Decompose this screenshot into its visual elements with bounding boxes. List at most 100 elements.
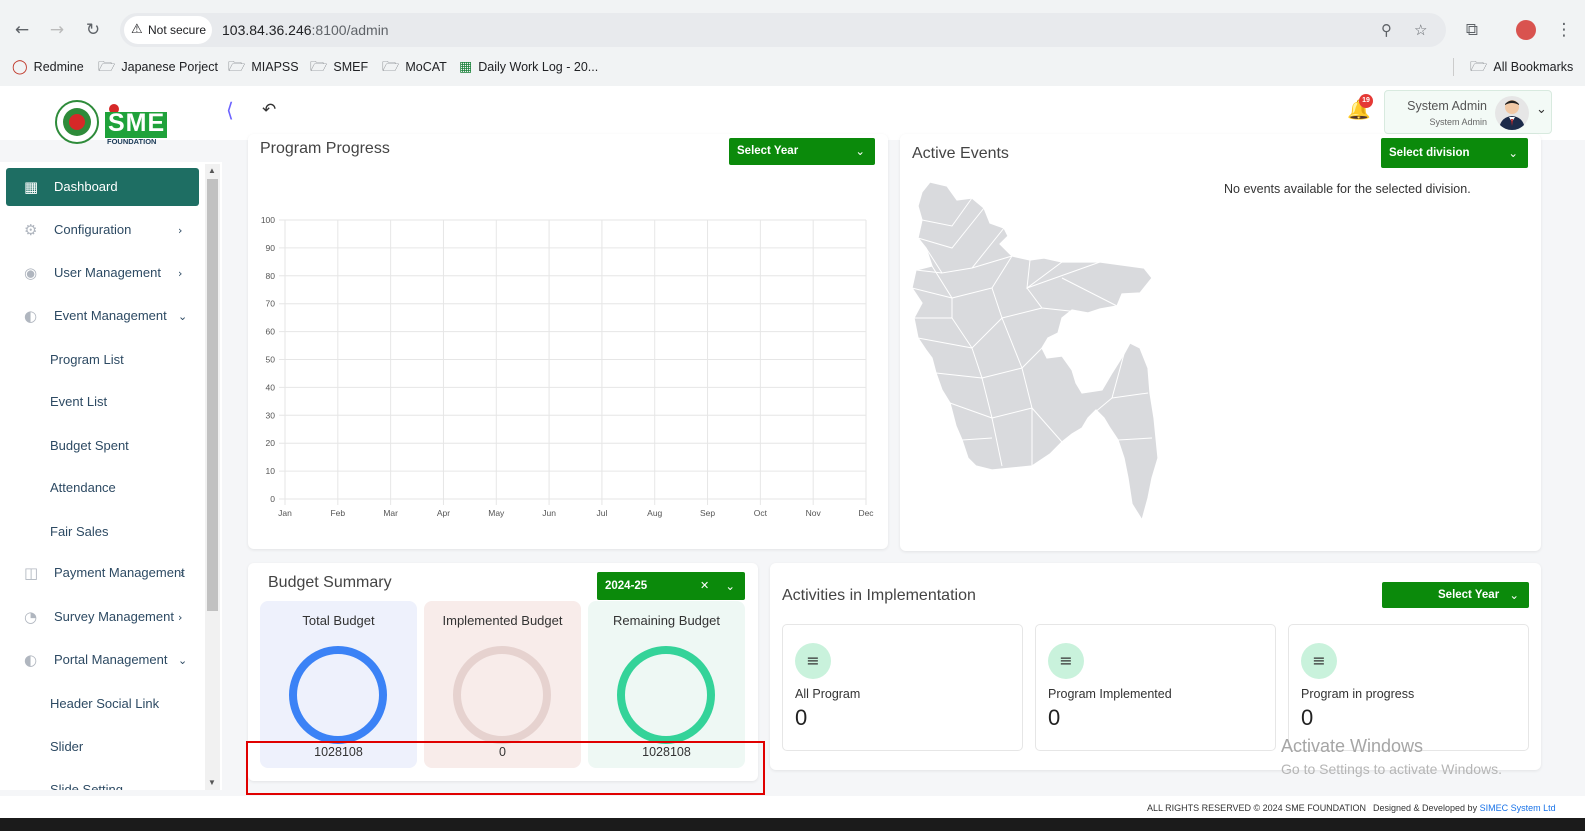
sidebar-item-attendance[interactable]: Attendance (50, 480, 116, 495)
grid-icon: ▦ (24, 178, 39, 196)
sidebar-item-event-management[interactable]: ◐ Event Management ⌄ (6, 297, 199, 335)
x-tick-label: Dec (858, 508, 874, 518)
bookmark-all-bookmarks[interactable]: 🗁 All Bookmarks (1470, 54, 1573, 80)
folder-icon: 🗁 (98, 59, 116, 75)
list-icon: ≡ (1048, 643, 1084, 679)
sidebar-item-dashboard[interactable]: ▦ Dashboard (6, 168, 199, 206)
sidebar-item-label: Portal Management (54, 652, 168, 667)
bookmark-miapss[interactable]: 🗁 MIAPSS (228, 54, 299, 80)
implemented-budget-ring (453, 646, 551, 744)
chevron-down-icon[interactable]: ⌄ (1536, 102, 1547, 117)
y-tick-label: 90 (266, 243, 276, 253)
reload-icon[interactable]: ↻ (79, 13, 107, 47)
back-arrow-icon[interactable]: ↶ (262, 100, 276, 120)
sidebar-item-configuration[interactable]: ⚙ Configuration › (6, 211, 199, 249)
sidebar-item-fair-sales[interactable]: Fair Sales (50, 524, 109, 539)
scroll-up-icon[interactable]: ▲ (208, 166, 216, 175)
x-tick-label: Oct (754, 508, 768, 518)
activities-card: Activities in Implementation Select Year… (770, 563, 1541, 770)
bangladesh-map[interactable] (912, 178, 1162, 523)
program-year-select[interactable]: Select Year ⌄ (729, 138, 875, 165)
chevron-right-icon: › (180, 567, 185, 580)
bookmark-japanese-porject[interactable]: 🗁 Japanese Porject (98, 54, 218, 80)
config-icon: ⚙ (24, 221, 38, 239)
sidebar-item-portal-management[interactable]: ◐ Portal Management ⌄ (6, 641, 199, 679)
extensions-icon[interactable]: ⧉ (1458, 13, 1486, 47)
x-tick-label: Nov (806, 508, 822, 518)
bookmark-label: Redmine (33, 60, 84, 74)
activities-year-select[interactable]: Select Year ⌄ (1382, 582, 1529, 608)
bookmark-smef[interactable]: 🗁 SMEF (310, 54, 368, 80)
forward-icon[interactable]: → (43, 13, 71, 47)
scrollbar-thumb[interactable] (207, 179, 218, 611)
survey-icon: ◔ (24, 608, 38, 626)
sidebar-item-survey-management[interactable]: ◔ Survey Management › (6, 598, 199, 636)
bookmark-label: Japanese Porject (121, 60, 218, 74)
sidebar-item-payment-management[interactable]: ◫ Payment Management › (6, 554, 199, 592)
browser-chrome: ← → ↻ ⚠ Not secure 103.84.36.246:8100/ad… (0, 0, 1585, 86)
y-tick-label: 70 (266, 299, 276, 309)
sme-foundation-logo[interactable]: SME FOUNDATION (55, 100, 170, 148)
browser-menu-icon[interactable]: ⋮ (1550, 13, 1578, 47)
y-tick-label: 40 (266, 382, 276, 392)
bookmark-redmine[interactable]: ◯ Redmine (12, 54, 84, 80)
sidebar-item-label: User Management (54, 265, 161, 280)
user-menu[interactable]: System Admin System Admin ⌄ (1384, 90, 1552, 134)
scroll-down-icon[interactable]: ▼ (208, 778, 216, 787)
admin-app: SME FOUNDATION ⟨ ↶ 🔔 19 System Admin Sys… (0, 86, 1585, 831)
bookmark-mocat[interactable]: 🗁 MoCAT (382, 54, 447, 80)
payment-icon: ◫ (24, 564, 39, 582)
developer-link[interactable]: SIMEC System Ltd (1480, 803, 1556, 813)
sidebar-item-budget-spent[interactable]: Budget Spent (50, 438, 129, 453)
sidebar-item-event-list[interactable]: Event List (50, 394, 107, 409)
division-select[interactable]: Select division ⌄ (1381, 138, 1528, 168)
all-program-box: ≡ All Program 0 (782, 624, 1023, 751)
y-tick-label: 80 (266, 271, 276, 281)
logo-text: SME (108, 109, 166, 137)
x-tick-label: Feb (330, 508, 345, 518)
sidebar-item-label: Configuration (54, 222, 132, 237)
sidebar-item-slider[interactable]: Slider (50, 739, 83, 754)
event-icon: ◐ (24, 307, 38, 325)
x-tick-label: Apr (437, 508, 450, 518)
security-indicator[interactable]: ⚠ Not secure (124, 16, 212, 44)
back-icon[interactable]: ← (8, 13, 36, 47)
address-bar[interactable]: ⚠ Not secure 103.84.36.246:8100/admin ⚲ … (120, 13, 1446, 47)
bookmark-star-icon[interactable]: ☆ (1414, 13, 1427, 47)
os-taskbar (0, 818, 1585, 831)
notification-badge: 19 (1359, 94, 1373, 108)
sidebar-item-slide-setting[interactable]: Slide Setting (50, 782, 123, 790)
clear-icon[interactable]: ✕ (700, 572, 709, 600)
sheets-icon: ▦ (459, 59, 473, 75)
x-tick-label: Jul (596, 508, 607, 518)
folder-icon: 🗁 (228, 59, 246, 75)
y-tick-label: 50 (266, 355, 276, 365)
sidebar-collapse-icon[interactable]: ⟨ (226, 98, 234, 122)
chevron-right-icon: › (178, 224, 183, 237)
chevron-down-icon: ⌄ (1509, 588, 1519, 602)
bookmark-daily-work-log[interactable]: ▦ Daily Work Log - 20... (459, 54, 598, 80)
budget-year-select[interactable]: 2024-25 ✕ ⌄ (597, 572, 745, 600)
select-label: Select Year (1438, 589, 1500, 601)
x-tick-label: Sep (700, 508, 715, 518)
sidebar-item-program-list[interactable]: Program List (50, 352, 124, 367)
footer-credit: Designed & Developed by SIMEC System Ltd (1373, 803, 1556, 813)
redmine-icon: ◯ (12, 59, 28, 75)
portal-icon: ◐ (24, 651, 38, 669)
chevron-right-icon: › (178, 611, 183, 624)
chevron-down-icon: ⌄ (1508, 146, 1518, 160)
x-tick-label: Aug (647, 508, 662, 518)
zoom-icon[interactable]: ⚲ (1381, 13, 1392, 47)
url-text[interactable]: 103.84.36.246:8100/admin (222, 13, 389, 47)
activity-label: All Program (795, 687, 861, 701)
sidebar-item-label: Survey Management (54, 609, 174, 624)
profile-avatar-icon[interactable] (1516, 20, 1536, 40)
folder-icon: 🗁 (310, 59, 328, 75)
bookmark-label: Daily Work Log - 20... (478, 60, 599, 74)
sidebar-scrollbar[interactable]: ▲ ▼ (205, 164, 220, 790)
select-label: Select division (1389, 147, 1470, 159)
budget-label: Total Budget (302, 613, 375, 628)
avatar (1495, 96, 1529, 130)
sidebar-item-user-management[interactable]: ◉ User Management › (6, 254, 199, 292)
sidebar-item-header-social-link[interactable]: Header Social Link (50, 696, 159, 711)
